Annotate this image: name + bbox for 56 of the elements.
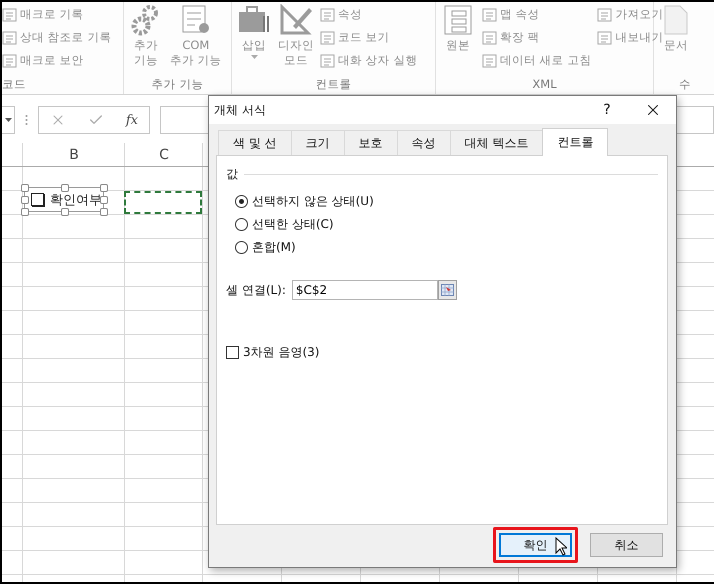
group-label: 값 bbox=[226, 166, 238, 183]
radio-button[interactable] bbox=[235, 241, 248, 254]
mouse-pointer-icon bbox=[555, 537, 567, 556]
checkbox-label: 3차원 음영(3) bbox=[243, 344, 320, 361]
insert-function-button[interactable]: fx bbox=[126, 112, 138, 128]
tab[interactable]: 색 및 선 bbox=[218, 130, 292, 155]
sheet-icon bbox=[482, 54, 497, 68]
sheet-icon bbox=[482, 8, 497, 22]
radio-option[interactable]: 혼합(M) bbox=[235, 239, 658, 256]
sheet-icon bbox=[597, 8, 612, 22]
grip-icon bbox=[25, 114, 28, 126]
ribbon-button-label: 삽입 bbox=[242, 38, 266, 53]
shading-option[interactable]: 3차원 음영(3) bbox=[226, 344, 658, 361]
ribbon-button-label: COM 추가 기능 bbox=[170, 38, 222, 68]
ribbon-button-label: 문서 bbox=[664, 38, 688, 53]
sheet-icon bbox=[482, 30, 497, 44]
caret-icon bbox=[250, 55, 258, 59]
dialog-button[interactable]: 취소 bbox=[590, 533, 663, 557]
ribbon-button-label: 디자인 모드 bbox=[278, 38, 314, 68]
name-box[interactable] bbox=[2, 106, 15, 134]
radio-button[interactable] bbox=[235, 195, 248, 208]
checkbox[interactable] bbox=[31, 193, 44, 206]
range-select-icon bbox=[440, 284, 454, 296]
group-label: 코드 bbox=[2, 76, 27, 92]
dropdown-arrow-icon bbox=[4, 118, 12, 122]
radio-label: 혼합(M) bbox=[252, 239, 296, 256]
sheet-icon bbox=[320, 8, 335, 22]
dialog-button[interactable]: 확인 bbox=[499, 533, 572, 557]
ribbon-button-label: 원본 bbox=[446, 38, 470, 53]
radio-option[interactable]: 선택한 상태(C) bbox=[235, 216, 658, 233]
help-button[interactable]: ? bbox=[584, 102, 630, 118]
column-header[interactable]: B bbox=[69, 147, 79, 163]
resize-handle[interactable] bbox=[61, 184, 69, 192]
checkbox[interactable] bbox=[226, 346, 239, 359]
cell-link-field[interactable]: $C$2 bbox=[292, 280, 438, 300]
radio-option[interactable]: 선택하지 않은 상태(U) bbox=[235, 193, 658, 210]
group-label: 컨트롤 bbox=[314, 76, 352, 92]
dialog-title: 개체 서식 bbox=[214, 102, 267, 118]
group-label: 추가 기능 bbox=[150, 76, 204, 92]
resize-handle[interactable] bbox=[61, 208, 69, 216]
radio-button[interactable] bbox=[235, 218, 248, 231]
radio-label: 선택하지 않은 상태(U) bbox=[252, 193, 374, 210]
tab[interactable]: 컨트롤 bbox=[542, 128, 608, 156]
group-label: 수 bbox=[678, 76, 692, 92]
sheet-icon bbox=[320, 54, 335, 68]
radio-label: 선택한 상태(C) bbox=[252, 216, 334, 233]
range-select-button[interactable] bbox=[438, 280, 457, 300]
sheet-icon bbox=[597, 30, 612, 44]
group-label: XML bbox=[531, 76, 558, 92]
cell-link-label: 셀 연결(L): bbox=[226, 282, 286, 298]
checkbox-label: 확인여부 bbox=[50, 192, 102, 208]
column-header[interactable]: C bbox=[159, 147, 169, 163]
gear-icon bbox=[131, 4, 161, 36]
ruler-pencil-icon bbox=[279, 4, 313, 36]
ribbon-button-label: 추가 기능 bbox=[134, 38, 158, 68]
sheet-icon bbox=[320, 30, 335, 44]
